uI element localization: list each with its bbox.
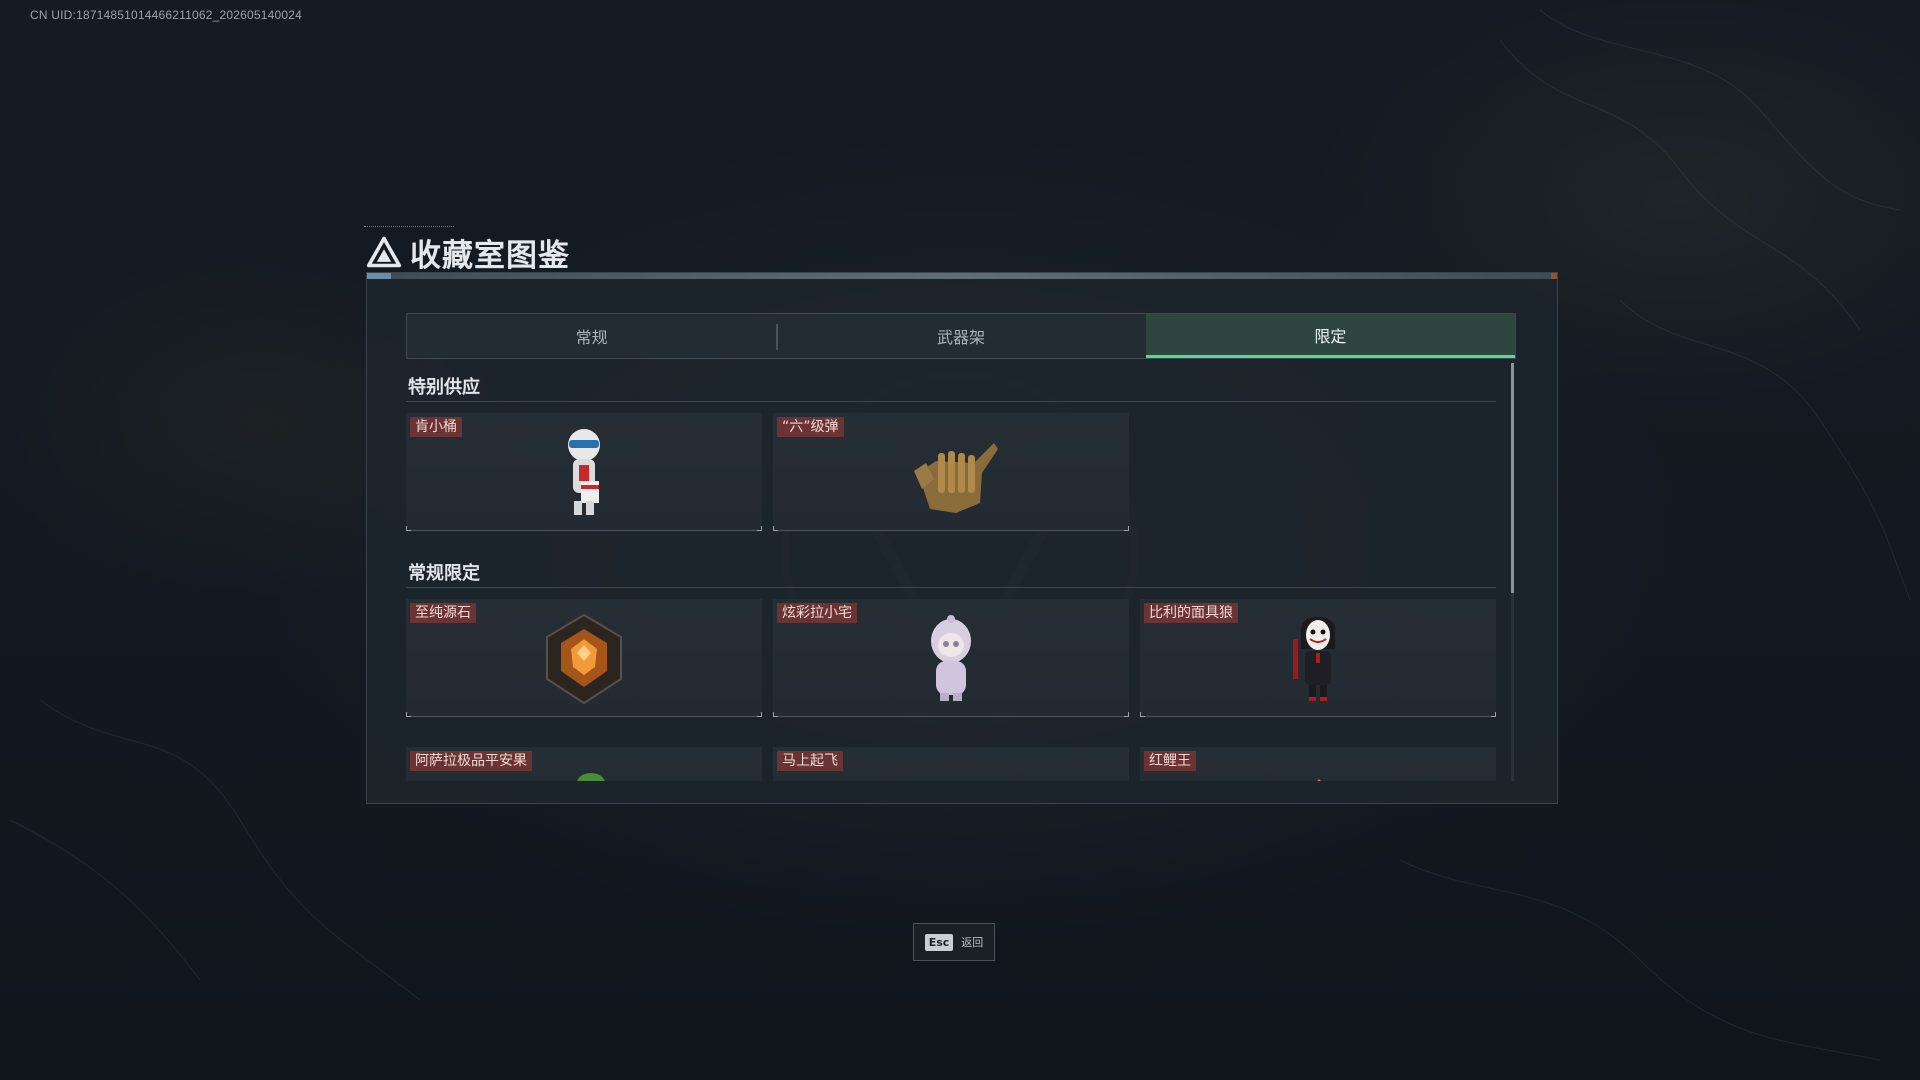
esc-key-icon: Esc (924, 933, 954, 951)
crystal-gem-icon (546, 613, 622, 705)
header-decoration (364, 226, 454, 231)
hooded-figure-icon (931, 615, 971, 701)
tab-limited[interactable]: 限定 (1145, 314, 1515, 358)
koi-fish-icon (1317, 779, 1321, 781)
list-scrollbar[interactable] (1511, 363, 1514, 781)
collection-card-asala-apple[interactable]: 阿萨拉极品平安果 (406, 747, 762, 781)
collection-list[interactable]: 特别供应 肯小桶 “六”级弹 常规限定 至纯源石 炫彩拉小宅 比利的面具狼 阿萨… (406, 363, 1516, 781)
section-divider (406, 587, 1496, 588)
tab-weapon-rack[interactable]: 武器架 (776, 314, 1145, 358)
collection-card-kfc-bucket[interactable]: 肯小桶 (406, 413, 762, 531)
collection-card-red-koi-king[interactable]: 红鲤王 (1140, 747, 1496, 781)
card-label: 阿萨拉极品平安果 (410, 751, 532, 771)
bullet-hand-icon (914, 443, 998, 513)
section-title-special-supply: 特别供应 (408, 377, 480, 398)
card-label: 炫彩拉小宅 (777, 603, 857, 623)
collection-panel: 常规 武器架 限定 特别供应 肯小桶 “六”级弹 常规限定 至纯源石 炫彩拉小宅… (366, 272, 1558, 804)
horse-icon (896, 757, 1006, 781)
tab-regular[interactable]: 常规 (407, 314, 776, 358)
masked-puppet-icon (1293, 617, 1335, 701)
triangle-logo-icon (366, 236, 402, 268)
page-header: 收藏室图鉴 (364, 226, 570, 276)
collection-card-take-off[interactable]: 马上起飞 (773, 747, 1129, 781)
mascot-figure-icon (568, 429, 600, 515)
back-label: 返回 (961, 936, 984, 949)
collection-card-colorful-lazhai[interactable]: 炫彩拉小宅 (773, 599, 1129, 717)
section-divider (406, 401, 1496, 402)
panel-glow (367, 273, 391, 279)
back-button[interactable]: Esc 返回 (913, 923, 995, 961)
collection-card-pure-originium[interactable]: 至纯源石 (406, 599, 762, 717)
page-title: 收藏室图鉴 (410, 237, 570, 274)
collection-card-billy-mask-wolf[interactable]: 比利的面具狼 (1140, 599, 1496, 717)
tab-bar: 常规 武器架 限定 (406, 313, 1516, 359)
panel-top-bar (367, 273, 1557, 279)
card-label: 至纯源石 (410, 603, 476, 623)
card-label: “六”级弹 (777, 417, 844, 437)
user-uid: CN UID:18714851014466211062_202605140024 (30, 8, 303, 22)
scrollbar-thumb[interactable] (1511, 363, 1514, 593)
card-label: 红鲤王 (1144, 751, 1196, 771)
section-title-regular-limited: 常规限定 (408, 563, 480, 584)
collection-card-six-bullet[interactable]: “六”级弹 (773, 413, 1129, 531)
card-label: 肯小桶 (410, 417, 462, 437)
apple-icon (577, 773, 605, 781)
card-label: 马上起飞 (777, 751, 843, 771)
card-label: 比利的面具狼 (1144, 603, 1238, 623)
